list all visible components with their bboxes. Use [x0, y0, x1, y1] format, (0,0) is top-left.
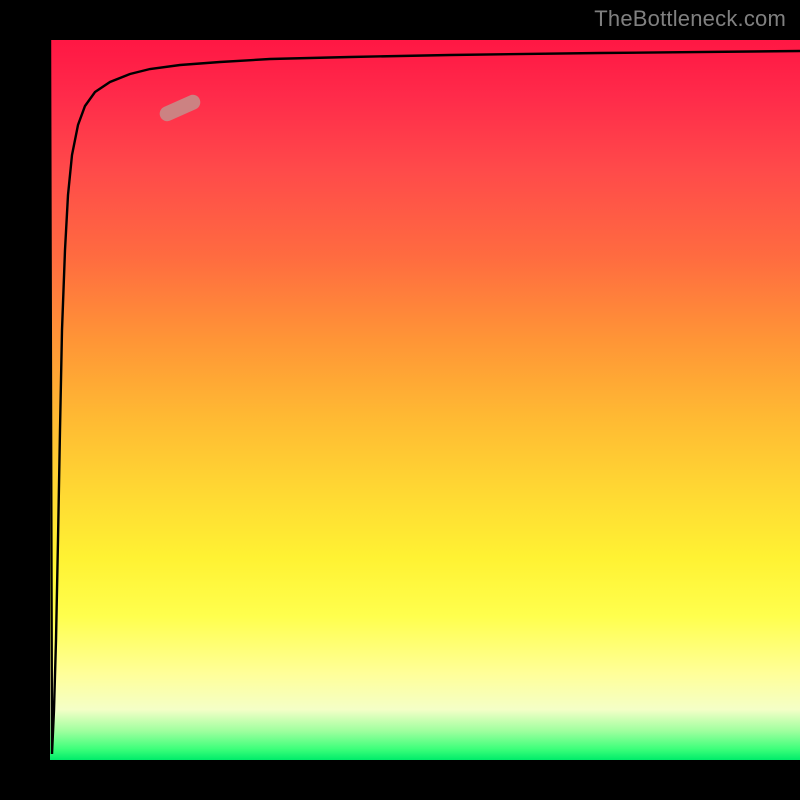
- bottleneck-curve: [50, 40, 800, 754]
- watermark-text: TheBottleneck.com: [594, 6, 786, 32]
- curve-overlay: [50, 40, 800, 760]
- curve-marker: [158, 93, 202, 123]
- chart-plot-area: [50, 40, 800, 760]
